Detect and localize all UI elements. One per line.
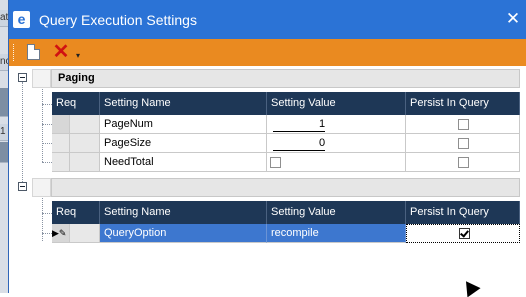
setting-name-cell[interactable]: QueryOption: [100, 224, 267, 243]
group-header-paging[interactable]: Paging: [51, 69, 520, 88]
edit-row-indicator-icon[interactable]: ▶✎: [52, 224, 70, 243]
query-settings-dialog: e Query Execution Settings ✕ ✕ ▾ Paging …: [8, 0, 526, 293]
row-indicator[interactable]: [52, 134, 70, 153]
row-indicator[interactable]: [52, 115, 70, 134]
column-header-setting-name[interactable]: Setting Name: [100, 201, 267, 224]
column-header-req[interactable]: Req: [52, 201, 100, 224]
setting-value-text: 0: [319, 137, 326, 149]
column-header-req[interactable]: Req: [52, 92, 100, 115]
column-header-setting-value[interactable]: Setting Value: [267, 201, 406, 224]
setting-value-input[interactable]: 0: [273, 137, 326, 151]
collapse-toggle-icon[interactable]: [18, 182, 27, 191]
window-title: Query Execution Settings: [39, 12, 197, 28]
tree-line: [42, 233, 52, 234]
setting-value-cell[interactable]: [267, 153, 406, 172]
column-header-setting-value[interactable]: Setting Value: [267, 92, 406, 115]
setting-name-cell[interactable]: PageSize: [100, 134, 267, 153]
req-cell[interactable]: [70, 224, 100, 243]
new-document-icon[interactable]: [27, 44, 40, 60]
persist-cell[interactable]: [406, 134, 520, 153]
persist-checkbox-checked[interactable]: [459, 228, 470, 239]
delete-x-icon[interactable]: ✕: [52, 42, 70, 62]
tree-line: [42, 124, 52, 125]
setting-value-input[interactable]: 1: [273, 118, 326, 132]
setting-value-cell[interactable]: 1: [267, 115, 406, 134]
setting-value-text: 1: [319, 118, 326, 130]
chevron-down-icon[interactable]: ▾: [76, 52, 84, 60]
tree-line: [42, 195, 43, 241]
req-cell[interactable]: [70, 115, 100, 134]
req-cell[interactable]: [70, 153, 100, 172]
close-icon[interactable]: ✕: [503, 8, 523, 30]
group-spacer: [32, 69, 51, 88]
persist-checkbox[interactable]: [458, 157, 469, 168]
persist-cell[interactable]: [406, 153, 520, 172]
toolbar-grip-icon[interactable]: [13, 44, 16, 61]
group-header[interactable]: [51, 178, 520, 197]
setting-value-cell[interactable]: 0: [267, 134, 406, 153]
persist-cell[interactable]: [406, 224, 520, 243]
persist-cell[interactable]: [406, 115, 520, 134]
group-spacer: [32, 178, 51, 197]
column-header-persist[interactable]: Persist In Query: [406, 201, 520, 224]
persist-checkbox[interactable]: [458, 138, 469, 149]
tree-line: [42, 213, 52, 214]
tree-line: [22, 82, 23, 186]
setting-name-cell[interactable]: NeedTotal: [100, 153, 267, 172]
tree-line: [42, 162, 52, 163]
persist-checkbox[interactable]: [458, 119, 469, 130]
app-icon: e: [13, 11, 30, 28]
collapse-toggle-icon[interactable]: [18, 73, 27, 82]
column-header-setting-name[interactable]: Setting Name: [100, 92, 267, 115]
row-indicator[interactable]: [52, 153, 70, 172]
req-cell[interactable]: [70, 134, 100, 153]
setting-value-cell[interactable]: recompile: [267, 224, 406, 243]
title-bar[interactable]: e Query Execution Settings ✕: [9, 0, 526, 39]
setting-name-cell[interactable]: PageNum: [100, 115, 267, 134]
toolbar: ✕ ▾: [9, 39, 526, 66]
tree-line: [42, 143, 52, 144]
setting-value-checkbox[interactable]: [270, 157, 281, 168]
column-header-persist[interactable]: Persist In Query: [406, 92, 520, 115]
tree-line: [42, 104, 52, 105]
